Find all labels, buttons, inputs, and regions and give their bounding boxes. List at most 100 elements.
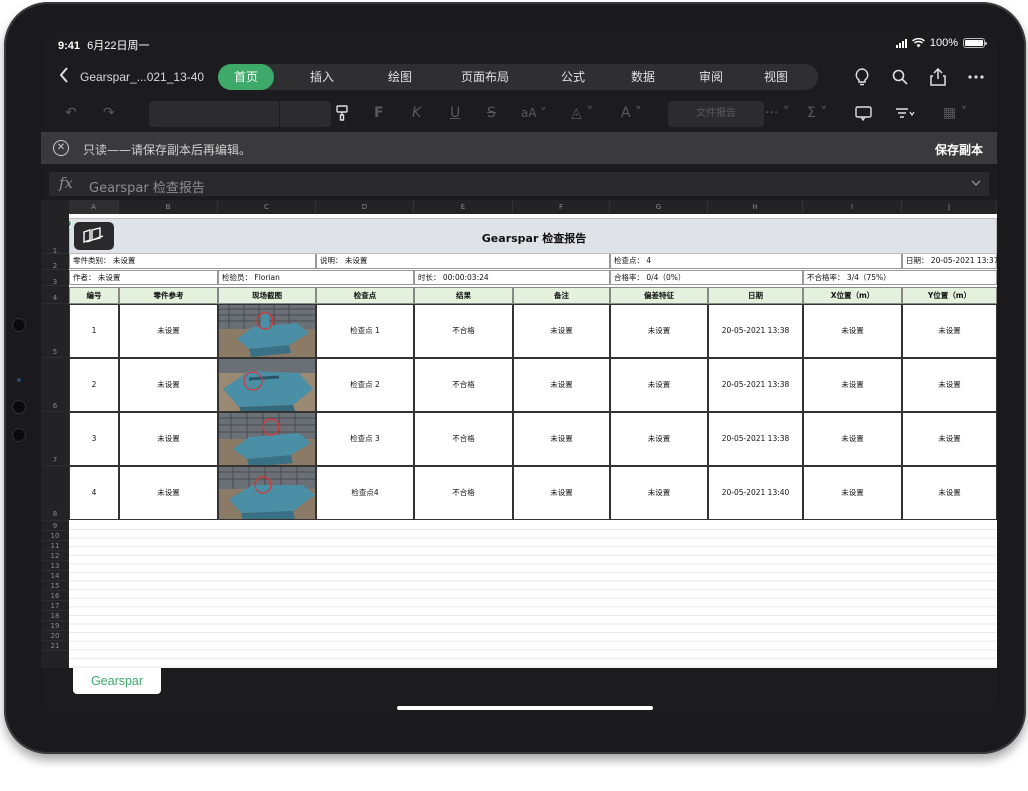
table-cell[interactable]: 不合格: [414, 358, 513, 412]
info-checkpoints[interactable]: 检查点： 4: [610, 254, 902, 269]
header-deviation[interactable]: 偏差特征: [610, 287, 708, 304]
bold-icon[interactable]: F: [374, 102, 384, 124]
table-cell[interactable]: 未设置: [610, 466, 708, 520]
table-cell[interactable]: 未设置: [902, 412, 997, 466]
row-header[interactable]: 19: [41, 621, 69, 631]
more-icon[interactable]: [965, 66, 987, 88]
header-checkpoint[interactable]: 检查点: [316, 287, 414, 304]
cell-style-picker[interactable]: 文件报告: [668, 101, 764, 127]
table-cell[interactable]: 未设置: [119, 358, 218, 412]
row-header[interactable]: 12: [41, 551, 69, 561]
row-header[interactable]: 9: [41, 521, 69, 531]
underline-icon[interactable]: U: [450, 102, 460, 124]
info-inspector[interactable]: 检验员： Florian: [218, 270, 414, 285]
table-cell[interactable]: 未设置: [119, 412, 218, 466]
select-all-corner[interactable]: [41, 200, 69, 214]
inspection-photo[interactable]: [218, 358, 316, 412]
table-format-icon[interactable]: ▦ ˅: [943, 102, 968, 124]
lightbulb-icon[interactable]: [851, 66, 873, 88]
row-header[interactable]: 4: [41, 286, 69, 304]
column-header[interactable]: B: [119, 200, 218, 214]
tab-formulas[interactable]: 公式: [540, 64, 606, 90]
fill-color-icon[interactable]: ◬ ˅: [571, 102, 593, 124]
header-date[interactable]: 日期: [708, 287, 803, 304]
table-cell[interactable]: 未设置: [803, 412, 902, 466]
header-part-ref[interactable]: 零件参考: [119, 287, 218, 304]
table-cell[interactable]: 未设置: [610, 304, 708, 358]
tab-home[interactable]: 首页: [218, 64, 274, 90]
table-cell[interactable]: 未设置: [513, 304, 610, 358]
header-notes[interactable]: 备注: [513, 287, 610, 304]
header-result[interactable]: 结果: [414, 287, 513, 304]
info-description[interactable]: 说明： 未设置: [316, 254, 610, 269]
save-copy-button[interactable]: 保存副本: [935, 141, 983, 158]
font-color-icon[interactable]: A ˅: [621, 102, 642, 124]
formula-value[interactable]: Gearspar 检查报告: [89, 177, 205, 196]
table-cell[interactable]: 20-05-2021 13:38: [708, 358, 803, 412]
tab-data[interactable]: 数据: [606, 64, 680, 90]
table-cell[interactable]: 未设置: [902, 466, 997, 520]
row-header[interactable]: 20: [41, 631, 69, 641]
column-header[interactable]: I: [803, 200, 902, 214]
info-pass-rate[interactable]: 合格率： 0/4（0%）: [610, 270, 803, 285]
column-header[interactable]: F: [513, 200, 610, 214]
row-header[interactable]: 10: [41, 531, 69, 541]
table-cell[interactable]: 未设置: [119, 466, 218, 520]
row-header[interactable]: 13: [41, 561, 69, 571]
table-cell[interactable]: 未设置: [803, 304, 902, 358]
table-cell[interactable]: 未设置: [610, 358, 708, 412]
column-header[interactable]: G: [610, 200, 708, 214]
header-x-position[interactable]: X位置（m）: [803, 287, 902, 304]
more-options-icon[interactable]: ··· ˅: [765, 102, 790, 124]
row-header[interactable]: 21: [41, 641, 69, 651]
table-cell[interactable]: 3: [69, 412, 119, 466]
column-header[interactable]: J: [902, 200, 997, 214]
row-header[interactable]: 6: [41, 358, 69, 412]
tab-review[interactable]: 审阅: [680, 64, 742, 90]
cell-area[interactable]: Gearspar 检查报告 零件类别： 未设置 说明： 未设置 检查点： 4 日…: [69, 214, 997, 668]
font-size-icon[interactable]: aA ˅: [521, 102, 546, 124]
table-cell[interactable]: 未设置: [902, 358, 997, 412]
tab-view[interactable]: 视图: [742, 64, 810, 90]
info-author[interactable]: 作者： 未设置: [69, 270, 218, 285]
tab-insert[interactable]: 插入: [274, 64, 370, 90]
autosum-icon[interactable]: Σ ˅: [807, 102, 827, 124]
tab-draw[interactable]: 绘图: [370, 64, 430, 90]
table-cell[interactable]: 检查点 3: [316, 412, 414, 466]
table-cell[interactable]: 20-05-2021 13:40: [708, 466, 803, 520]
back-chevron-icon[interactable]: [52, 66, 76, 90]
function-icon[interactable]: fx: [59, 174, 73, 192]
row-header[interactable]: 16: [41, 591, 69, 601]
italic-icon[interactable]: K: [412, 102, 421, 124]
selection-handle[interactable]: [69, 219, 72, 228]
inspection-photo[interactable]: [218, 304, 316, 358]
row-header[interactable]: 14: [41, 571, 69, 581]
row-header[interactable]: 7: [41, 412, 69, 466]
formula-bar[interactable]: fx Gearspar 检查报告: [49, 172, 989, 196]
table-cell[interactable]: 未设置: [803, 358, 902, 412]
header-no[interactable]: 编号: [69, 287, 119, 304]
row-header[interactable]: 11: [41, 541, 69, 551]
header-screenshot[interactable]: 现场截图: [218, 287, 316, 304]
spreadsheet-grid[interactable]: A B C D E F G H I J 1 2 3 4 5 6 7 8 9 10…: [41, 200, 997, 668]
close-banner-icon[interactable]: ✕: [53, 140, 69, 156]
table-cell[interactable]: 1: [69, 304, 119, 358]
table-cell[interactable]: 未设置: [513, 466, 610, 520]
table-cell[interactable]: 未设置: [513, 358, 610, 412]
sort-filter-icon[interactable]: [895, 102, 915, 124]
column-header[interactable]: A: [69, 200, 119, 214]
table-cell[interactable]: 未设置: [513, 412, 610, 466]
row-header[interactable]: 17: [41, 601, 69, 611]
column-header[interactable]: E: [414, 200, 513, 214]
row-header[interactable]: 3: [41, 270, 69, 286]
strikethrough-icon[interactable]: S: [487, 102, 496, 124]
table-cell[interactable]: 检查点 1: [316, 304, 414, 358]
info-duration[interactable]: 时长： 00:00:03:24: [414, 270, 610, 285]
share-icon[interactable]: [927, 66, 949, 88]
row-header[interactable]: 15: [41, 581, 69, 591]
column-header[interactable]: C: [218, 200, 316, 214]
table-cell[interactable]: 未设置: [803, 466, 902, 520]
row-header[interactable]: 2: [41, 254, 69, 270]
redo-icon[interactable]: ↷: [103, 102, 115, 124]
chevron-down-icon[interactable]: [971, 176, 981, 189]
